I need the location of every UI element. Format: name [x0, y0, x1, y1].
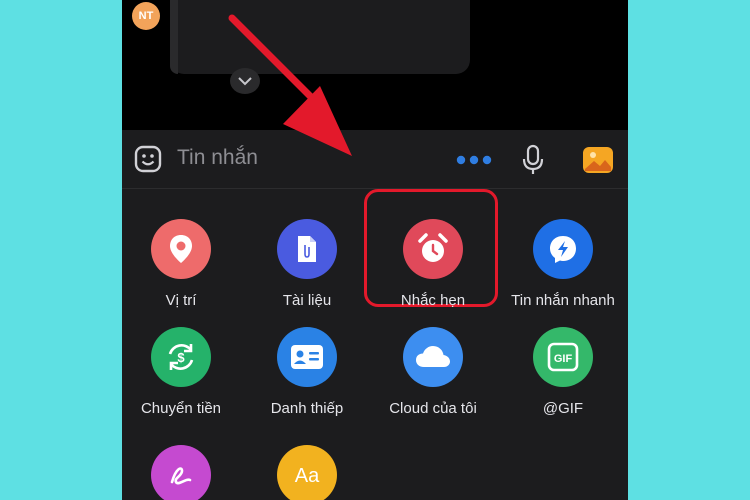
svg-text:Aa: Aa [295, 465, 320, 487]
option-location[interactable]: Vị trí [122, 219, 244, 309]
handwriting-icon [151, 445, 211, 500]
option-contact-card[interactable]: Danh thiếp [244, 327, 370, 417]
gif-icon: GIF [533, 327, 593, 387]
option-label: Chuyển tiền [140, 400, 222, 417]
cloud-icon [403, 327, 463, 387]
svg-text:GIF: GIF [554, 353, 573, 365]
option-document[interactable]: Tài liệu [244, 219, 370, 309]
option-label: Danh thiếp [270, 400, 344, 417]
font-style-icon: Aa [277, 445, 337, 500]
message-bubble [170, 0, 470, 74]
contact-card-icon [277, 327, 337, 387]
option-font-style[interactable]: Aa [244, 445, 370, 500]
option-label: @GIF [542, 400, 584, 417]
message-input[interactable]: Tin nhắn [177, 146, 258, 170]
document-icon [277, 219, 337, 279]
option-gif[interactable]: GIF @GIF [500, 327, 626, 417]
avatar[interactable]: NT [132, 2, 160, 30]
attachment-panel: Vị trí Tài liệu Nhắc hẹn Tin nhắn nhanh … [122, 189, 628, 500]
option-label: Tin nhắn nhanh [511, 292, 615, 309]
option-my-cloud[interactable]: Cloud của tôi [370, 327, 496, 417]
svg-text:$: $ [177, 350, 185, 365]
microphone-icon[interactable] [522, 144, 544, 176]
option-money-transfer[interactable]: $ Chuyển tiền [122, 327, 244, 417]
more-icon[interactable] [456, 155, 492, 165]
quick-message-icon [533, 219, 593, 279]
photo-icon[interactable] [582, 144, 614, 176]
option-handwriting[interactable] [122, 445, 244, 500]
emoji-icon[interactable] [134, 145, 162, 173]
alarm-icon [403, 219, 463, 279]
avatar-initials: NT [138, 10, 154, 22]
scroll-down-button[interactable] [230, 68, 260, 94]
option-label: Cloud của tôi [389, 400, 477, 417]
chevron-down-icon [238, 77, 252, 86]
message-bubble-edge [170, 0, 178, 74]
option-quick-message[interactable]: Tin nhắn nhanh [500, 219, 626, 309]
option-label: Vị trí [165, 292, 197, 309]
message-composer: Tin nhắn [122, 130, 628, 189]
money-transfer-icon: $ [151, 327, 211, 387]
phone-screen: NT Tin nhắn Vị trí Tài liệu Nhắc hẹn Tin… [122, 0, 628, 500]
option-reminder[interactable]: Nhắc hẹn [370, 219, 496, 309]
location-icon [151, 219, 211, 279]
option-label: Tài liệu [282, 292, 332, 309]
option-label: Nhắc hẹn [400, 292, 466, 309]
